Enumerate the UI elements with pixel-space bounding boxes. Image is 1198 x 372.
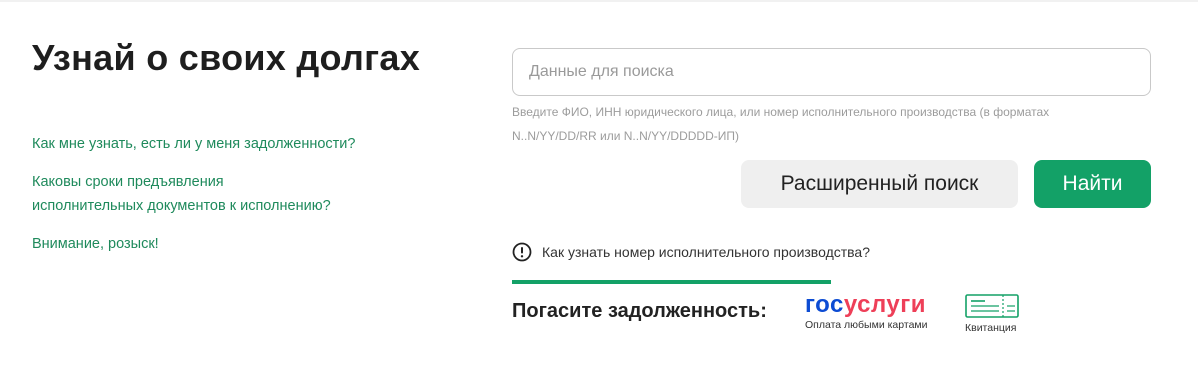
page-title: Узнай о своих долгах (32, 37, 421, 78)
section-divider (512, 280, 831, 284)
terms-link-line1: Каковы сроки предъявления (32, 174, 224, 190)
gosuslugi-logo-blue: гос (805, 291, 844, 318)
gosuslugi-caption: Оплата любыми картами (805, 319, 928, 331)
receipt-payment-option[interactable]: Квитанция (965, 294, 1035, 334)
receipt-icon (965, 294, 1019, 320)
payment-section: Погасите задолженность: госуслуги Оплата… (512, 292, 1152, 345)
gosuslugi-logo: госуслуги (805, 292, 945, 318)
receipt-caption: Квитанция (965, 322, 1017, 334)
payment-label: Погасите задолженность: (512, 300, 767, 322)
gosuslugi-logo-red: услуги (843, 291, 926, 318)
gosuslugi-payment-option[interactable]: госуслуги Оплата любыми картами (805, 292, 945, 332)
info-icon (512, 242, 532, 262)
find-button[interactable]: Найти (1034, 160, 1151, 208)
howto-label: Как узнать номер исполнительного произво… (542, 244, 871, 260)
help-links: Как мне узнать, есть ли у меня задолженн… (32, 132, 472, 256)
terms-link[interactable]: Каковы сроки предъявления исполнительных… (32, 170, 472, 218)
search-buttons: Расширенный поиск Найти (741, 160, 1151, 208)
search-input[interactable] (512, 48, 1151, 96)
top-divider (0, 0, 1198, 2)
search-hint: Введите ФИО, ИНН юридического лица, или … (512, 105, 1050, 143)
wanted-link[interactable]: Внимание, розыск! (32, 232, 472, 256)
search-panel: Введите ФИО, ИНН юридического лица, или … (512, 48, 1152, 334)
advanced-search-button[interactable]: Расширенный поиск (741, 160, 1018, 208)
left-column: Узнай о своих долгах Как мне узнать, ест… (32, 36, 472, 256)
howto-link[interactable]: Как узнать номер исполнительного произво… (512, 242, 870, 262)
debt-check-link[interactable]: Как мне узнать, есть ли у меня задолженн… (32, 132, 472, 156)
terms-link-line2: исполнительных документов к исполнению? (32, 198, 331, 214)
